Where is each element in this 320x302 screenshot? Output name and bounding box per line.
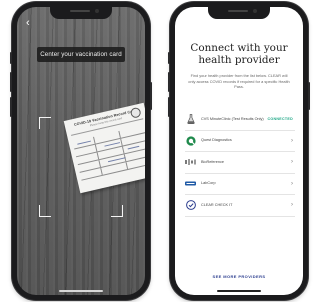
clear-logo	[185, 200, 196, 211]
page-title-line-2: health provider	[198, 54, 280, 66]
volume-up-button	[168, 72, 170, 92]
flask-icon	[185, 114, 196, 125]
home-indicator[interactable]	[217, 290, 261, 292]
provider-name: LabCorp	[201, 181, 216, 186]
viewfinder-corner-bottom-left	[39, 205, 51, 217]
provider-name: CLEAR CHECK IT	[201, 202, 233, 207]
volume-down-button	[168, 97, 170, 117]
viewfinder-corner-top-left	[39, 117, 51, 129]
vaccination-card-image: COVID-19 Vaccination Record Card Please …	[63, 102, 145, 194]
phone-notch	[208, 7, 270, 19]
see-more-providers-link[interactable]: SEE MORE PROVIDERS	[175, 274, 303, 279]
provider-list: CVS MinuteClinic (Test Results Only) CON…	[185, 109, 295, 217]
provider-item-bioreference[interactable]: BioReference ›	[185, 152, 295, 174]
page-title: Connect with your health provider	[175, 42, 303, 66]
chevron-right-icon: ›	[291, 180, 293, 187]
quest-logo	[185, 136, 196, 146]
chevron-right-icon: ›	[291, 202, 293, 209]
power-button	[150, 82, 152, 110]
page-description: Find your health provider from the list …	[188, 73, 290, 90]
volume-up-button	[10, 72, 12, 92]
bioreference-logo	[185, 157, 196, 167]
provider-item-labcorp[interactable]: LabCorp ›	[185, 174, 295, 195]
provider-name: CVS MinuteClinic (Test Results Only)	[201, 116, 264, 121]
provider-item-quest[interactable]: Quest Diagnostics ›	[185, 131, 295, 152]
volume-down-button	[10, 97, 12, 117]
chevron-right-icon: ›	[291, 159, 293, 166]
camera-scan-screen: ‹ Center your vaccination card COVID-19 …	[17, 7, 145, 295]
card-table	[72, 125, 145, 186]
mute-switch	[10, 52, 12, 64]
chevron-right-icon: ›	[291, 137, 293, 144]
viewfinder-corner-bottom-right	[111, 205, 123, 217]
scan-instruction-banner: Center your vaccination card	[37, 47, 125, 62]
provider-item-cvs[interactable]: CVS MinuteClinic (Test Results Only) CON…	[185, 109, 295, 131]
power-button	[308, 82, 310, 110]
home-indicator[interactable]	[59, 290, 103, 292]
phone-notch	[50, 7, 112, 19]
connected-status-badge: CONNECTED	[267, 117, 293, 122]
phone-frame-left: ‹ Center your vaccination card COVID-19 …	[10, 2, 152, 300]
back-button[interactable]: ‹	[26, 18, 30, 29]
connect-provider-screen: Connect with your health provider Find y…	[175, 7, 303, 295]
provider-name: Quest Diagnostics	[201, 138, 232, 143]
page-title-line-1: Connect with your	[190, 42, 288, 54]
provider-name: BioReference	[201, 159, 225, 164]
labcorp-logo	[185, 179, 196, 189]
phone-frame-right: Connect with your health provider Find y…	[168, 2, 310, 300]
provider-item-clear-check-it[interactable]: CLEAR CHECK IT ›	[185, 195, 295, 217]
mute-switch	[168, 52, 170, 64]
